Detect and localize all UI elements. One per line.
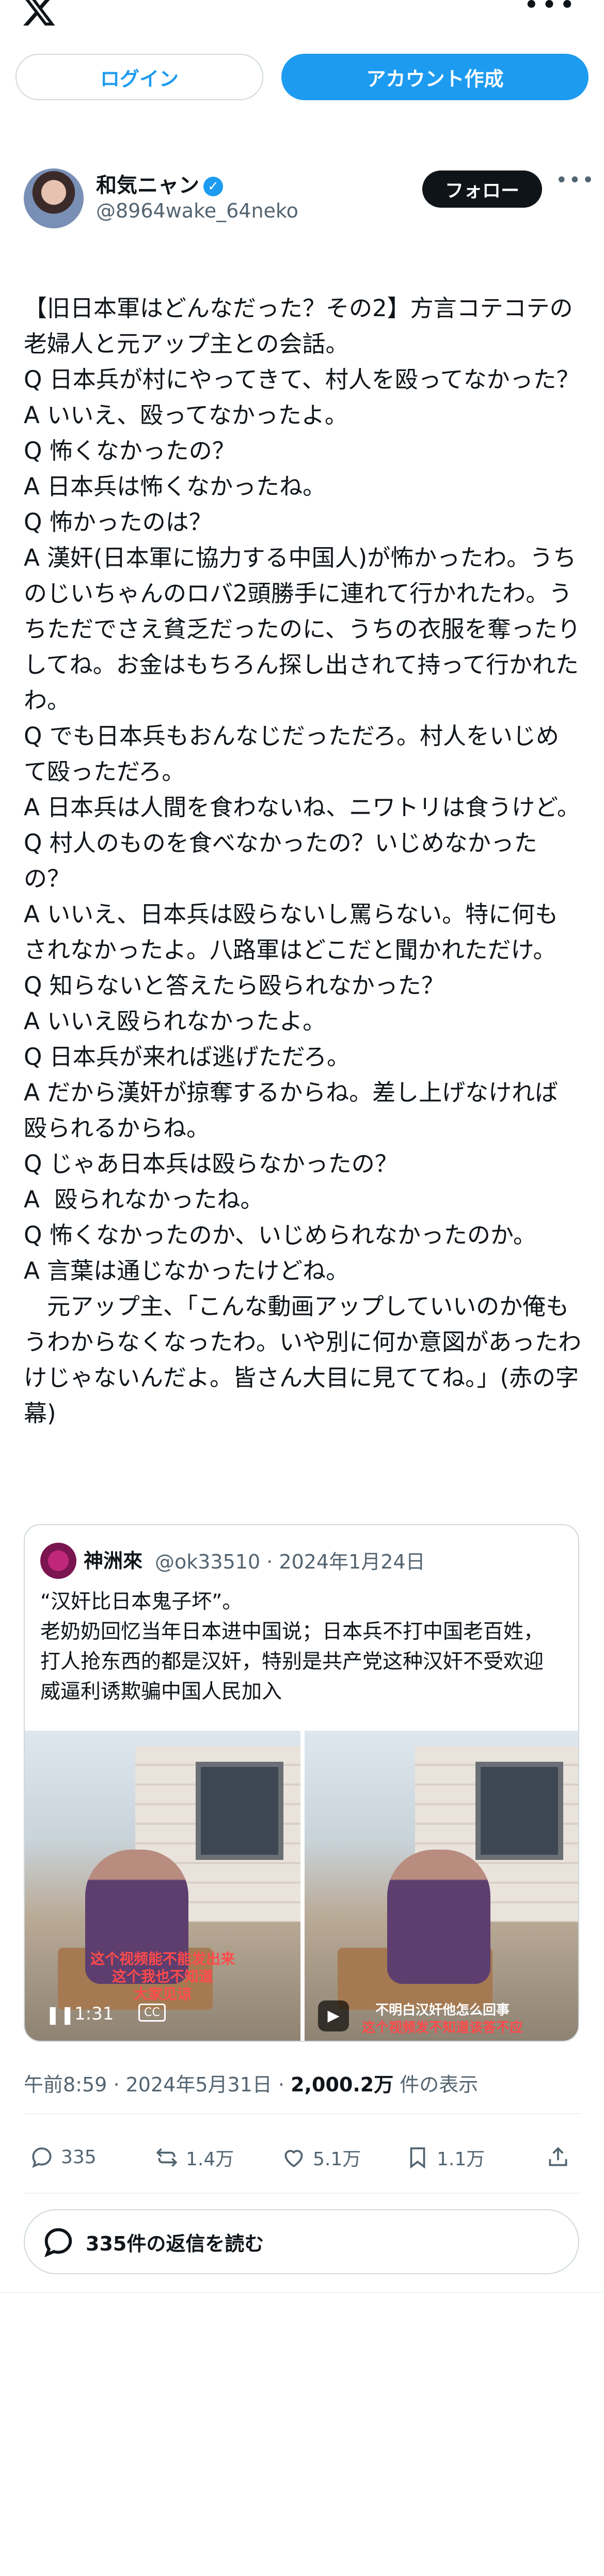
post-more-icon[interactable]: ••• xyxy=(555,168,595,192)
like-button[interactable]: 5.1万 xyxy=(281,2144,361,2171)
verified-badge-icon: ✓ xyxy=(203,177,223,196)
divider xyxy=(24,2193,581,2194)
meta-separator: · xyxy=(266,1550,279,1573)
read-replies-button[interactable]: 335件の返信を読む xyxy=(24,2209,579,2274)
meta-separator: · xyxy=(278,2073,291,2096)
quote-avatar xyxy=(40,1543,76,1579)
repost-button[interactable]: 1.4万 xyxy=(154,2144,234,2171)
more-options-icon[interactable]: ••• xyxy=(523,0,577,21)
quote-handle: @ok33510 xyxy=(155,1550,261,1573)
reply-button[interactable]: 335 xyxy=(29,2144,97,2170)
quote-author-name: 神洲來 xyxy=(84,1549,143,1572)
author-name-text[interactable]: 和気ニャン xyxy=(96,174,199,197)
top-bar: ••• xyxy=(0,0,604,31)
divider xyxy=(24,2113,581,2114)
author-handle[interactable]: @8964wake_64neko xyxy=(96,199,298,222)
action-bar: 335 1.4万 5.1万 1.1万 xyxy=(24,2144,581,2175)
post-time[interactable]: 午前8:59 xyxy=(24,2073,107,2096)
repost-count: 1.4万 xyxy=(186,2149,234,2170)
read-replies-label: 335件の返信を読む xyxy=(86,2232,264,2255)
pause-icon[interactable]: ❚❚ xyxy=(45,2005,75,2025)
bookmark-icon xyxy=(410,2147,425,2169)
quote-meta: @ok33510 · 2024年1月24日 xyxy=(155,1546,425,1574)
divider xyxy=(0,2292,604,2293)
view-count-label: 件の表示 xyxy=(400,2073,479,2096)
x-logo-icon[interactable] xyxy=(21,0,57,29)
share-icon xyxy=(549,2147,567,2166)
post-date[interactable]: 2024年5月31日 xyxy=(126,2073,272,2096)
avatar[interactable] xyxy=(24,168,84,228)
signup-button[interactable]: アカウント作成 xyxy=(281,54,589,100)
video-time: 1:31 xyxy=(74,2004,114,2024)
bookmark-button[interactable]: 1.1万 xyxy=(405,2144,485,2171)
auth-buttons: ログイン アカウント作成 xyxy=(15,54,589,101)
meta-separator: · xyxy=(113,2073,126,2096)
login-button[interactable]: ログイン xyxy=(15,54,263,100)
post-timestamp: 午前8:59 · 2024年5月31日 · 2,000.2万 件の表示 xyxy=(24,2069,478,2097)
bookmark-count: 1.1万 xyxy=(437,2149,485,2170)
video-scene-window xyxy=(196,1762,284,1860)
reply-icon xyxy=(44,2228,72,2258)
view-count: 2,000.2万 xyxy=(291,2073,394,2096)
quote-media: 这个视频能不能发出来 这个我也不知道 大家见谅 ❚❚ 1:31 CC 不明白汉奸… xyxy=(25,1731,578,2041)
video-player-2[interactable]: 不明白汉奸他怎么回事 这个视频发不知道该答不应 ▶ xyxy=(305,1731,578,2041)
captions-toggle[interactable]: CC xyxy=(138,2004,166,2022)
play-icon[interactable]: ▶ xyxy=(318,2000,349,2031)
video-scene-window xyxy=(475,1762,564,1860)
post-text: 【旧日本軍はどんなだった？その2】方言コテコテの老婦人と元アップ主との会話。 Q… xyxy=(24,294,582,1427)
quoted-post[interactable]: 神洲來 @ok33510 · 2024年1月24日 “汉奸比日本鬼子坏”。 老奶… xyxy=(24,1524,579,2042)
quote-text: “汉奸比日本鬼子坏”。 老奶奶回忆当年日本进中国说；日本兵不打中国老百姓，打人抢… xyxy=(40,1590,544,1703)
heart-icon xyxy=(284,2150,303,2167)
follow-button[interactable]: フォロー xyxy=(422,170,542,208)
post-author: 和気ニャン ✓ @8964wake_64neko フォロー ••• xyxy=(24,168,594,236)
share-button[interactable] xyxy=(545,2144,577,2170)
video-scene-person xyxy=(387,1850,491,1984)
like-count: 5.1万 xyxy=(313,2149,361,2170)
video-player-1[interactable]: 这个视频能不能发出来 这个我也不知道 大家见谅 ❚❚ 1:31 CC xyxy=(25,1731,300,2041)
repost-icon xyxy=(156,2148,178,2167)
video-caption: 大家见谅 xyxy=(133,1985,192,2003)
reply-count: 335 xyxy=(61,2146,97,2168)
reply-icon xyxy=(32,2147,52,2168)
author-name[interactable]: 和気ニャン ✓ xyxy=(96,168,223,198)
quote-date: 2024年1月24日 xyxy=(279,1550,425,1573)
